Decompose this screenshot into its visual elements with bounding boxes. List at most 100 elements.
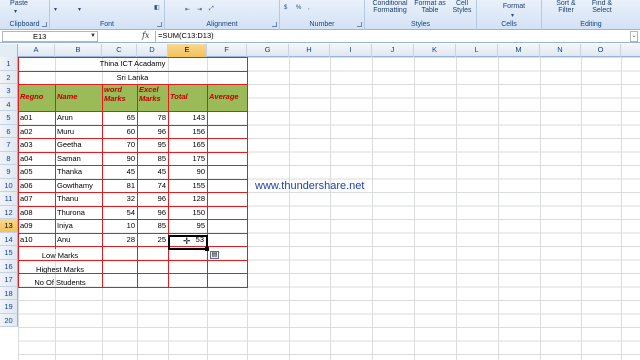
- orientation-icon[interactable]: ⤢: [209, 6, 214, 13]
- formula-input[interactable]: =SUM(C13:D13): [155, 31, 630, 42]
- cell-regno[interactable]: a05: [18, 165, 55, 179]
- expand-formula-bar-icon[interactable]: ⌄: [630, 31, 638, 42]
- cell-regno[interactable]: a01: [18, 111, 55, 125]
- cell-name[interactable]: Thanu: [55, 192, 102, 206]
- row-header-9[interactable]: 9: [0, 165, 18, 179]
- cell-regno[interactable]: a10: [18, 233, 55, 247]
- column-header-m[interactable]: M: [498, 44, 540, 57]
- cell-total[interactable]: 156: [168, 125, 207, 139]
- fill-handle[interactable]: [205, 247, 209, 251]
- cell-name[interactable]: Thanka: [55, 165, 102, 179]
- row-header-5[interactable]: 5: [0, 111, 18, 125]
- row-header-18[interactable]: 18: [0, 286, 18, 300]
- cell-word[interactable]: 45: [102, 165, 137, 179]
- cell-excel[interactable]: 78: [137, 111, 168, 125]
- name-box-dropdown-icon[interactable]: ▼: [90, 33, 96, 39]
- column-header-g[interactable]: G: [247, 44, 289, 57]
- header-regno[interactable]: Regno: [18, 84, 55, 111]
- cell-word[interactable]: 28: [102, 233, 137, 247]
- row-header-14[interactable]: 14: [0, 232, 18, 246]
- cell-excel[interactable]: 96: [137, 192, 168, 206]
- paste-button[interactable]: Paste: [8, 0, 30, 7]
- auto-fill-options-icon[interactable]: ▤: [210, 251, 219, 259]
- column-header-c[interactable]: C: [102, 44, 137, 57]
- paste-dropdown-icon[interactable]: ▾: [14, 8, 17, 15]
- row-header-1[interactable]: 1: [0, 57, 18, 71]
- currency-button[interactable]: $: [284, 5, 287, 11]
- row-header-17[interactable]: 17: [0, 273, 18, 287]
- column-header-i[interactable]: I: [330, 44, 372, 57]
- cell-excel[interactable]: 96: [137, 125, 168, 139]
- name-box[interactable]: E13: [2, 31, 98, 42]
- select-all-corner[interactable]: [0, 44, 18, 57]
- sort-filter-button[interactable]: Sort & Filter: [548, 0, 584, 14]
- row-header-4[interactable]: 4: [0, 97, 18, 111]
- cell-word[interactable]: 60: [102, 125, 137, 139]
- cell-word[interactable]: 81: [102, 179, 137, 193]
- find-select-button[interactable]: Find & Select: [584, 0, 620, 14]
- indent-icon[interactable]: ⇤: [185, 6, 190, 13]
- cell-styles-button[interactable]: Cell Styles: [448, 0, 476, 14]
- cell-name[interactable]: Muru: [55, 125, 102, 139]
- cell-name[interactable]: Iniya: [55, 219, 102, 233]
- cell-excel[interactable]: 85: [137, 152, 168, 166]
- cell-word[interactable]: 54: [102, 206, 137, 220]
- header-total[interactable]: Total: [168, 84, 207, 111]
- cell-name[interactable]: Gowthamy: [55, 179, 102, 193]
- cell-excel[interactable]: 85: [137, 219, 168, 233]
- alignment-launcher-icon[interactable]: [272, 22, 277, 27]
- cell-total[interactable]: 128: [168, 192, 207, 206]
- format-button[interactable]: Format: [499, 3, 529, 10]
- cell-word[interactable]: 65: [102, 111, 137, 125]
- row-header-10[interactable]: 10: [0, 178, 18, 192]
- font-color-dropdown-icon[interactable]: ▾: [54, 6, 57, 13]
- column-header-f[interactable]: F: [207, 44, 247, 57]
- cell-total[interactable]: 155: [168, 179, 207, 193]
- cell-excel[interactable]: 96: [137, 206, 168, 220]
- cell-excel[interactable]: 25: [137, 233, 168, 247]
- column-header-n[interactable]: N: [540, 44, 581, 57]
- row-header-8[interactable]: 8: [0, 151, 18, 165]
- row-header-15[interactable]: 15: [0, 246, 18, 260]
- row-header-16[interactable]: 16: [0, 259, 18, 273]
- cell-regno[interactable]: a03: [18, 138, 55, 152]
- column-header-o[interactable]: O: [581, 44, 621, 57]
- cell-total[interactable]: 143: [168, 111, 207, 125]
- cell-word[interactable]: 10: [102, 219, 137, 233]
- header-average[interactable]: Average: [207, 84, 247, 111]
- row-header-20[interactable]: 20: [0, 313, 18, 327]
- cell-regno[interactable]: a04: [18, 152, 55, 166]
- header-word-marks[interactable]: word Marks: [102, 84, 137, 111]
- website-link[interactable]: www.thundershare.net: [255, 180, 364, 192]
- row-header-3[interactable]: 3: [0, 84, 18, 98]
- column-header-a[interactable]: A: [18, 44, 55, 57]
- column-header-e[interactable]: E: [168, 44, 207, 57]
- cell-word[interactable]: 70: [102, 138, 137, 152]
- cell-name[interactable]: Anu: [55, 233, 102, 247]
- column-header-b[interactable]: B: [55, 44, 102, 57]
- cell-name[interactable]: Thurona: [55, 206, 102, 220]
- number-launcher-icon[interactable]: [357, 22, 362, 27]
- header-excel-marks[interactable]: Excel Marks: [137, 84, 168, 111]
- row-header-2[interactable]: 2: [0, 70, 18, 84]
- format-dropdown-icon[interactable]: ▾: [511, 12, 514, 19]
- cell-total[interactable]: 175: [168, 152, 207, 166]
- cell-regno[interactable]: a06: [18, 179, 55, 193]
- cell-word[interactable]: 90: [102, 152, 137, 166]
- cell-total[interactable]: 165: [168, 138, 207, 152]
- format-as-table-button[interactable]: Format as Table: [413, 0, 447, 14]
- header-name[interactable]: Name: [55, 84, 102, 111]
- row-header-12[interactable]: 12: [0, 205, 18, 219]
- cell-total[interactable]: 90: [168, 165, 207, 179]
- cell-regno[interactable]: a09: [18, 219, 55, 233]
- clipboard-launcher-icon[interactable]: [42, 22, 47, 27]
- subtitle-cell[interactable]: Sri Lanka: [18, 71, 247, 85]
- cell-name[interactable]: Saman: [55, 152, 102, 166]
- row-header-13[interactable]: 13: [0, 219, 18, 233]
- cell-total[interactable]: 150: [168, 206, 207, 220]
- column-header-d[interactable]: D: [137, 44, 168, 57]
- comma-button[interactable]: ,: [308, 5, 310, 11]
- insert-function-icon[interactable]: fx: [142, 31, 149, 40]
- cell-excel[interactable]: 95: [137, 138, 168, 152]
- column-header-j[interactable]: J: [372, 44, 414, 57]
